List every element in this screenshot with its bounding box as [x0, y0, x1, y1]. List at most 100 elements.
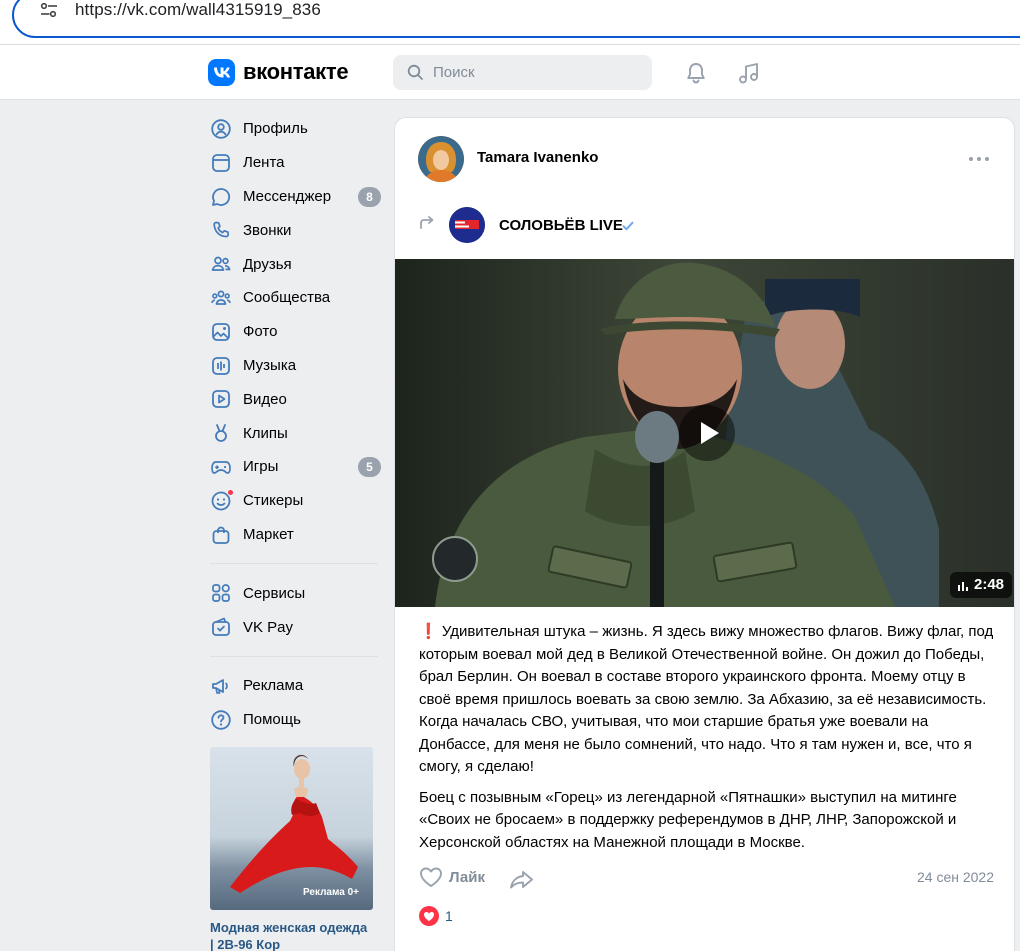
games-badge: 5 [358, 456, 381, 477]
brand-name[interactable]: вконтакте [243, 59, 349, 85]
sidebar-item-label: Лента [243, 154, 285, 172]
sidebar-item-games[interactable]: Игры 5 [208, 450, 383, 484]
author-avatar[interactable] [418, 136, 464, 182]
sidebar-item-services[interactable]: Сервисы [208, 576, 383, 610]
post-text: ❗ Удивительная штука – жизнь. Я здесь ви… [419, 621, 999, 862]
post-author[interactable]: Tamara Ivanenko [477, 149, 598, 166]
sidebar-item-photos[interactable]: Фото [208, 315, 383, 349]
sidebar-item-label: Музыка [243, 356, 297, 374]
sidebar-item-label: Сервисы [243, 584, 306, 602]
news-icon [212, 153, 230, 172]
sidebar-item-label: Клипы [243, 424, 288, 442]
ad-title[interactable]: Модная женская одежда | 2B-96 Кор [210, 919, 373, 951]
ads-icon [212, 679, 228, 694]
post-paragraph: ❗ Удивительная штука – жизнь. Я здесь ви… [419, 623, 994, 775]
sidebar-item-messenger[interactable]: Мессенджер 8 [208, 180, 383, 214]
friends-icon [211, 256, 231, 272]
communities-icon [211, 290, 231, 305]
sidebar-item-friends[interactable]: Друзья [208, 247, 383, 281]
source-name[interactable]: СОЛОВЬЁВ LIVE [499, 217, 623, 234]
sidebar-divider [210, 655, 378, 657]
messenger-icon [212, 187, 231, 206]
sidebar-item-label: Профиль [243, 120, 308, 138]
sidebar-item-label: Звонки [243, 221, 292, 239]
sidebar-item-label: Реклама [243, 677, 304, 695]
url-text[interactable]: https://vk.com/wall4315919_836 [75, 0, 321, 20]
reactions-count: 1 [445, 908, 453, 924]
sidebar-item-news[interactable]: Лента [208, 146, 383, 180]
sidebar-item-label: Маркет [243, 525, 294, 543]
left-sidebar: Профиль Лента Мессенджер 8 Звонки Друзья… [208, 112, 383, 737]
heart-reaction-icon [419, 906, 439, 926]
sidebar-item-label: Помощь [243, 711, 301, 729]
sidebar-item-market[interactable]: Маркет [208, 518, 383, 552]
clips-icon [215, 424, 227, 443]
sidebar-item-label: Сообщества [243, 289, 331, 307]
post-paragraph: Боец с позывным «Горец» из легендарной «… [419, 788, 957, 851]
like-button[interactable]: Лайк [419, 866, 485, 888]
repost-icon [420, 216, 434, 229]
video-icon [212, 390, 230, 409]
sidebar-divider [210, 563, 378, 565]
views-bars-icon [958, 581, 968, 591]
sidebar-item-label: VK Pay [243, 618, 294, 636]
video-duration-badge: 2:48 [950, 572, 1013, 598]
photo-icon [212, 322, 230, 341]
profile-icon [211, 119, 231, 139]
source-logo-icon [449, 207, 485, 243]
sidebar-item-label: Фото [243, 323, 278, 341]
search-input[interactable] [433, 55, 633, 90]
sidebar-item-ads[interactable]: Реклама [208, 669, 383, 703]
like-label: Лайк [449, 868, 485, 886]
help-icon [211, 710, 231, 730]
post-actions: Лайк 24 сен 2022 [419, 866, 994, 892]
sidebar-item-calls[interactable]: Звонки [208, 213, 383, 247]
music-note-icon[interactable] [736, 60, 762, 86]
verified-icon [622, 221, 634, 231]
vkpay-icon [212, 617, 230, 637]
sidebar-item-clips[interactable]: Клипы [208, 416, 383, 450]
vk-logo-icon[interactable] [208, 59, 235, 86]
sidebar-item-label: Видео [243, 390, 287, 408]
sidebar-item-profile[interactable]: Профиль [208, 112, 383, 146]
play-icon [701, 422, 719, 444]
ad-image[interactable]: Реклама 0+ [210, 747, 373, 910]
sidebar-item-stickers[interactable]: Стикеры [208, 484, 383, 518]
sidebar-item-help[interactable]: Помощь [208, 703, 383, 737]
search-icon [407, 64, 423, 80]
reactions-summary[interactable]: 1 [419, 906, 453, 926]
address-bar[interactable]: https://vk.com/wall4315919_836 [12, 0, 1020, 38]
share-icon[interactable] [509, 867, 535, 891]
sidebar-item-vkpay[interactable]: VK Pay [208, 610, 383, 644]
new-stickers-dot [227, 488, 234, 496]
sidebar-item-communities[interactable]: Сообщества [208, 281, 383, 315]
ad-age-label: Реклама 0+ [302, 887, 359, 898]
sidebar-item-video[interactable]: Видео [208, 382, 383, 416]
browser-toolbar: https://vk.com/wall4315919_836 [0, 0, 1020, 45]
games-icon [211, 461, 231, 474]
sidebar-item-music[interactable]: Музыка [208, 349, 383, 383]
sidebar-item-label: Друзья [243, 255, 292, 273]
ad-illustration [230, 754, 358, 893]
play-button[interactable] [679, 405, 735, 461]
sidebar-item-label: Стикеры [243, 492, 304, 510]
post-date[interactable]: 24 сен 2022 [917, 869, 994, 885]
services-icon [212, 584, 230, 603]
sidebar-ad[interactable]: Реклама 0+ Модная женская одежда | 2B-96… [210, 747, 373, 951]
music-icon [212, 356, 230, 375]
market-icon [212, 526, 230, 544]
avatar-portrait [418, 136, 464, 182]
sidebar-item-label: Игры [243, 458, 279, 476]
vk-header: вконтакте [0, 45, 1020, 100]
video-player[interactable]: 2:48 [395, 259, 1014, 607]
video-duration: 2:48 [974, 576, 1005, 593]
source-avatar[interactable] [449, 207, 485, 243]
sidebar-item-label: Мессенджер [243, 187, 332, 205]
phone-icon [213, 222, 230, 238]
wall-post: Tamara Ivanenko СОЛОВЬЁВ LIVE 2:48 ❗ Уди… [394, 117, 1015, 951]
bell-icon[interactable] [683, 60, 709, 86]
more-options-icon[interactable] [966, 149, 992, 169]
search-box[interactable] [393, 55, 652, 90]
heart-outline-icon [420, 867, 442, 887]
site-settings-icon[interactable] [38, 0, 60, 21]
